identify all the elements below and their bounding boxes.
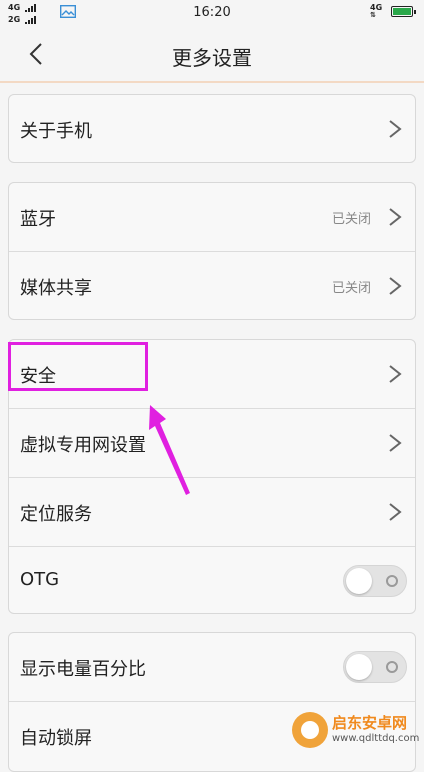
settings-item-location[interactable]: 定位服务 [9,477,415,546]
status-text: 已关闭 [331,212,371,227]
highlight-box [8,342,148,391]
watermark-name: 启东安卓网 [332,714,408,732]
page-title: 更多设置 [172,46,252,70]
settings-item-vpn[interactable]: 虚拟专用网设置 [9,408,415,477]
data-network-indicator: 4G ⇅ [370,3,382,19]
settings-group-connections: 蓝牙 已关闭 媒体共享 已关闭 [8,182,416,320]
title-bar: 更多设置 [0,26,424,83]
settings-item-otg: OTG [9,546,415,613]
settings-item-label: 关于手机 [20,121,92,142]
settings-item-bluetooth[interactable]: 蓝牙 已关闭 [9,183,415,251]
chevron-right-icon [389,120,402,138]
battery-level [393,8,411,15]
settings-group-about: 关于手机 [8,94,416,163]
data-arrows-icon: ⇅ [370,11,376,19]
settings-item-label: 蓝牙 [20,209,56,230]
otg-toggle[interactable] [343,565,407,597]
settings-item-label: 自动锁屏 [20,728,92,749]
settings-item-battery-percentage: 显示电量百分比 [9,633,415,701]
settings-item-label: OTG [20,569,60,590]
toggle-off-icon [386,575,398,587]
clock: 16:20 [193,5,231,20]
battery-percentage-toggle[interactable] [343,651,407,683]
settings-item-label: 定位服务 [20,504,92,525]
status-bar: 4G 2G 16:20 4G ⇅ [0,0,424,26]
pointer-arrow-icon [149,405,190,495]
chevron-right-icon [389,277,402,295]
status-text: 已关闭 [331,281,371,296]
toggle-knob [346,568,372,594]
toggle-off-icon [386,661,398,673]
settings-item-about-phone[interactable]: 关于手机 [9,95,415,162]
watermark-logo-icon [292,712,328,748]
chevron-right-icon [389,365,402,383]
settings-item-label: 显示电量百分比 [20,659,146,680]
watermark: 启东安卓网 www.qdlttdq.com [292,708,424,752]
chevron-right-icon [389,434,402,452]
watermark-url: www.qdlttdq.com [332,733,420,744]
chevron-right-icon [389,503,402,521]
battery-tip [414,9,416,14]
toggle-knob [346,654,372,680]
settings-item-label: 媒体共享 [20,278,92,299]
battery-icon [391,6,416,17]
chevron-right-icon [389,208,402,226]
settings-item-label: 虚拟专用网设置 [20,435,146,456]
settings-item-media-sharing[interactable]: 媒体共享 已关闭 [9,251,415,319]
